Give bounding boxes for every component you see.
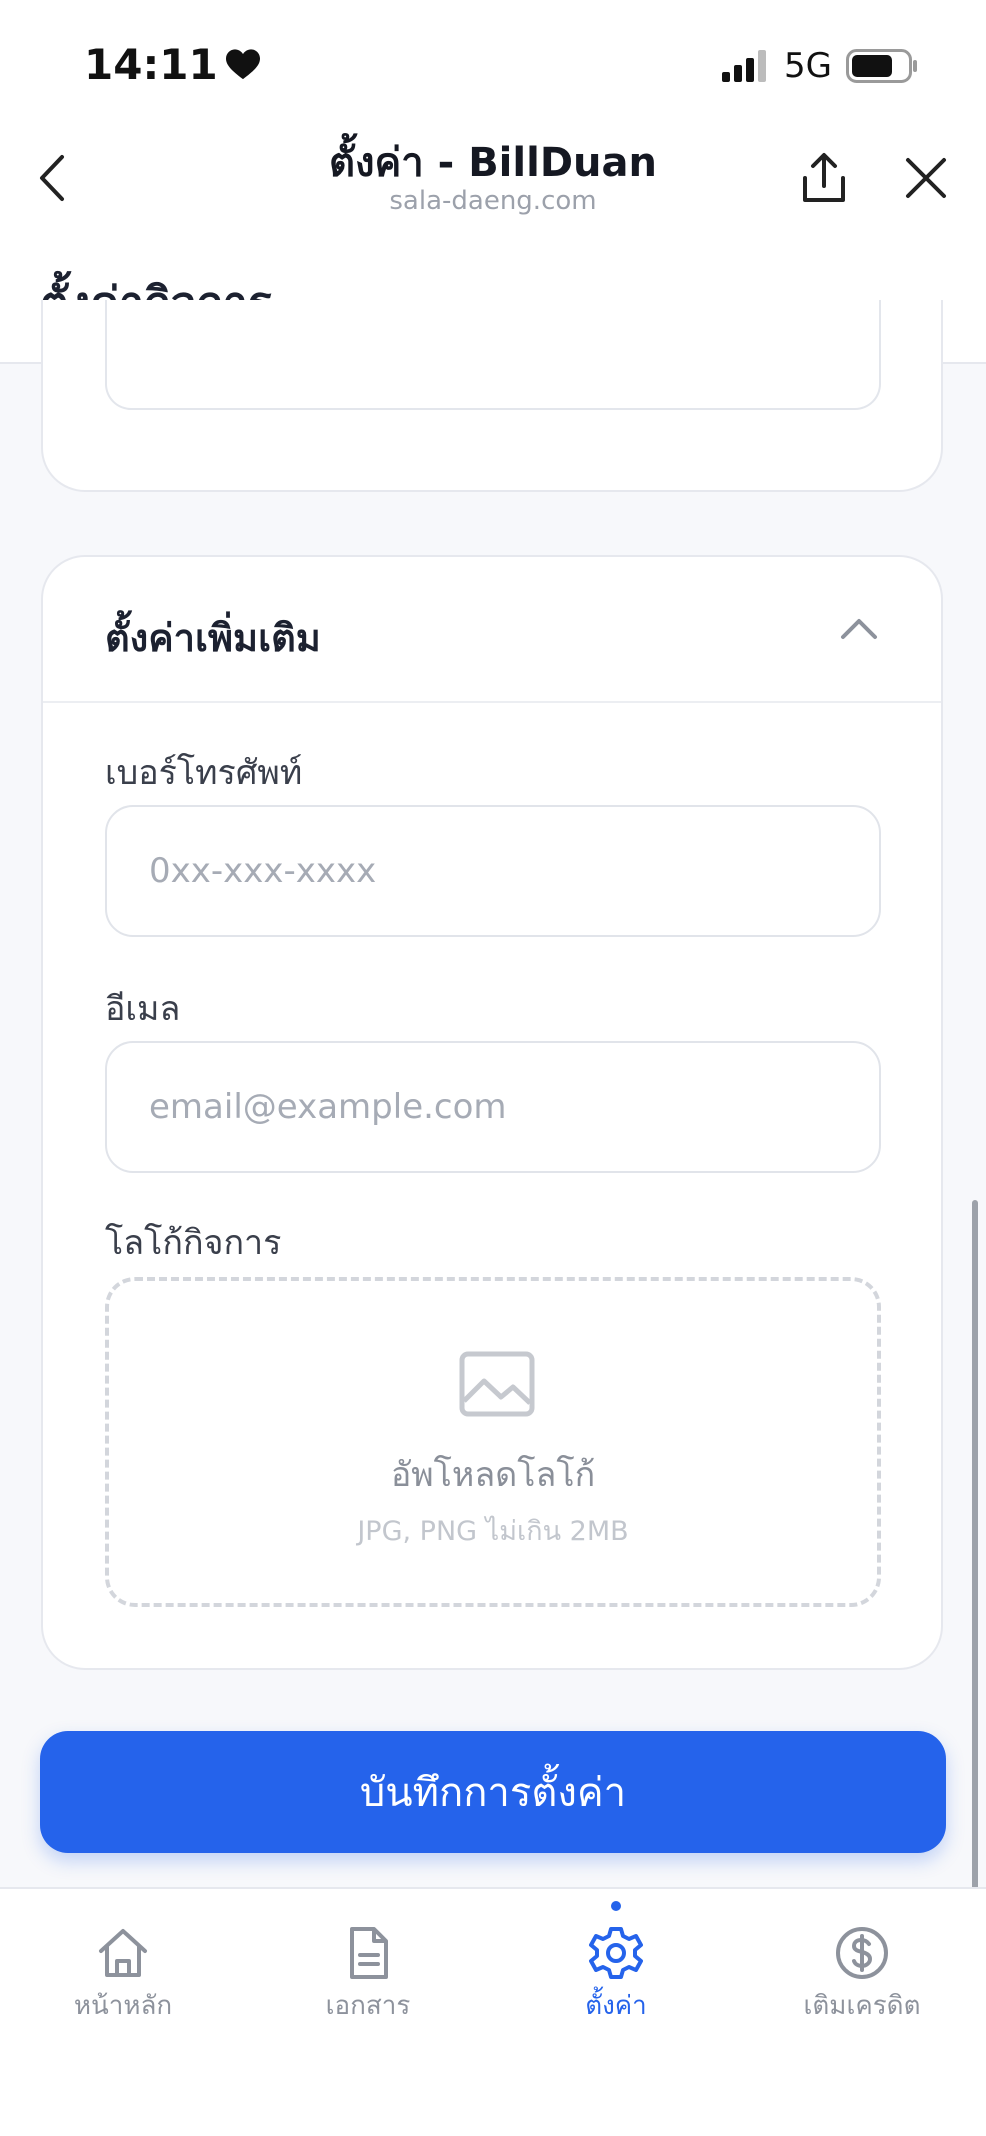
logo-upload-area[interactable]: อัพโหลดโลโก้ JPG, PNG ไม่เกิน 2MB: [105, 1277, 881, 1607]
bottom-nav: หน้าหลัก เอกสาร ตั้งค่า เติมเครดิต: [0, 1887, 986, 2136]
heart-icon: [225, 48, 260, 79]
nav-item-settings[interactable]: ตั้งค่า: [516, 1925, 716, 2026]
nav-item-documents[interactable]: เอกสาร: [268, 1925, 468, 2026]
previous-field-input[interactable]: [105, 300, 881, 410]
share-button[interactable]: [794, 148, 854, 208]
battery-icon: [846, 49, 917, 83]
gear-icon: [589, 1927, 643, 1979]
status-time: 14:11: [84, 40, 260, 89]
home-icon: [99, 1929, 147, 1977]
email-input[interactable]: [105, 1041, 881, 1173]
phone-label: เบอร์โทรศัพท์: [105, 753, 303, 793]
business-info-card: [41, 300, 943, 492]
clock-text: 14:11: [84, 40, 218, 89]
phone-input[interactable]: [105, 805, 881, 937]
close-icon: [906, 158, 946, 198]
additional-settings-header[interactable]: ตั้งค่าเพิ่มเติม: [43, 557, 941, 703]
nav-label-settings: ตั้งค่า: [585, 1991, 647, 2021]
active-indicator-dot: [611, 1901, 621, 1911]
additional-settings-title: ตั้งค่าเพิ่มเติม: [105, 616, 321, 660]
email-label: อีเมล: [105, 989, 181, 1029]
nav-label-topup: เติมเครดิต: [803, 1991, 921, 2021]
nav-label-home: หน้าหลัก: [73, 1991, 173, 2021]
save-settings-button[interactable]: บันทึกการตั้งค่า: [40, 1731, 946, 1853]
scrollbar[interactable]: [972, 1200, 978, 1890]
network-type: 5G: [784, 46, 832, 86]
image-icon: [459, 1351, 535, 1417]
logo-label: โลโก้กิจการ: [105, 1223, 282, 1263]
chevron-up-icon: [841, 619, 877, 639]
upload-logo-text: อัพโหลดโลโก้: [390, 1455, 596, 1495]
status-indicators: 5G: [722, 46, 918, 86]
nav-item-topup[interactable]: เติมเครดิต: [762, 1925, 962, 2026]
browser-header: ตั้งค่า - BillDuan sala-daeng.com: [0, 120, 986, 230]
signal-icon: [722, 50, 767, 82]
nav-label-documents: เอกสาร: [325, 1991, 411, 2021]
close-button[interactable]: [896, 148, 956, 208]
nav-item-home[interactable]: หน้าหลัก: [23, 1925, 223, 2026]
document-icon: [350, 1927, 388, 1979]
upload-hint-text: JPG, PNG ไม่เกิน 2MB: [357, 1516, 629, 1547]
additional-settings-card: ตั้งค่าเพิ่มเติม เบอร์โทรศัพท์ อีเมล โลโ…: [41, 555, 943, 1670]
status-bar: 14:11 5G: [0, 0, 986, 120]
dollar-icon: [836, 1927, 888, 1979]
share-icon: [803, 153, 845, 202]
